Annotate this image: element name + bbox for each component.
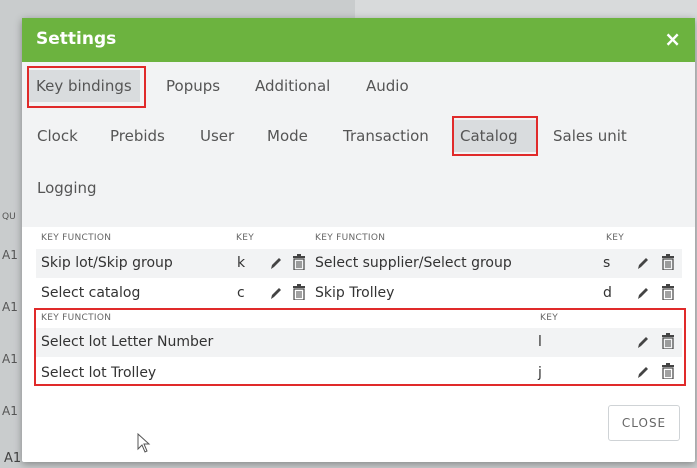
tab-key-bindings[interactable]: Key bindings <box>28 70 140 102</box>
background-text: A1 <box>2 352 18 366</box>
key-function-label: Skip lot/Skip group <box>41 255 173 271</box>
column-header-key-function: KEY FUNCTION <box>315 233 386 243</box>
key-function-label: Select lot Trolley <box>41 365 157 381</box>
background-text: A1 <box>2 248 18 262</box>
edit-pencil-icon[interactable] <box>636 255 650 271</box>
trash-icon[interactable] <box>292 284 306 300</box>
key-value: j <box>538 365 542 381</box>
edit-pencil-icon[interactable] <box>636 334 650 350</box>
tab-prebids[interactable]: Prebids <box>102 120 173 152</box>
trash-icon[interactable] <box>292 254 306 270</box>
settings-dialog: Settings × Key bindings Popups Additiona… <box>22 18 695 462</box>
tab-transaction[interactable]: Transaction <box>335 120 437 152</box>
tabs-area: Key bindings Popups Additional Audio Clo… <box>22 62 695 227</box>
key-function-label: Select supplier/Select group <box>315 255 512 271</box>
edit-pencil-icon[interactable] <box>636 285 650 301</box>
tab-audio[interactable]: Audio <box>358 70 417 102</box>
column-header-key: KEY <box>540 313 558 323</box>
edit-pencil-icon[interactable] <box>636 364 650 380</box>
mouse-cursor-icon <box>137 433 151 453</box>
background-text: A1 <box>2 300 18 314</box>
tab-clock[interactable]: Clock <box>29 120 86 152</box>
tab-catalog[interactable]: Catalog <box>452 120 538 152</box>
trash-icon[interactable] <box>661 363 675 379</box>
close-icon[interactable]: × <box>664 28 681 50</box>
dialog-titlebar: Settings × <box>22 18 695 62</box>
trash-icon[interactable] <box>661 254 675 270</box>
background-text: A1 <box>2 404 18 418</box>
key-value: l <box>538 334 542 350</box>
trash-icon[interactable] <box>661 284 675 300</box>
tab-logging[interactable]: Logging <box>29 172 105 204</box>
edit-pencil-icon[interactable] <box>269 255 283 271</box>
key-function-label: Select catalog <box>41 285 141 301</box>
tab-popups[interactable]: Popups <box>158 70 228 102</box>
background-cell: A1 <box>4 451 22 466</box>
key-function-label: Select lot Letter Number <box>41 334 214 350</box>
tab-sales-unit[interactable]: Sales unit <box>545 120 635 152</box>
key-value: s <box>603 255 611 271</box>
key-function-label: Skip Trolley <box>315 285 395 301</box>
tab-user[interactable]: User <box>192 120 242 152</box>
column-header-key-function: KEY FUNCTION <box>41 313 112 323</box>
key-value: d <box>603 285 612 301</box>
key-value: c <box>237 285 245 301</box>
dialog-title: Settings <box>36 29 117 49</box>
background-text: QU <box>2 212 16 222</box>
column-header-key: KEY <box>606 233 624 243</box>
column-header-key: KEY <box>236 233 254 243</box>
column-header-key-function: KEY FUNCTION <box>41 233 112 243</box>
trash-icon[interactable] <box>661 333 675 349</box>
tab-mode[interactable]: Mode <box>259 120 316 152</box>
close-button[interactable]: CLOSE <box>608 405 680 441</box>
tab-additional[interactable]: Additional <box>247 70 338 102</box>
edit-pencil-icon[interactable] <box>269 285 283 301</box>
key-value: k <box>237 255 246 271</box>
